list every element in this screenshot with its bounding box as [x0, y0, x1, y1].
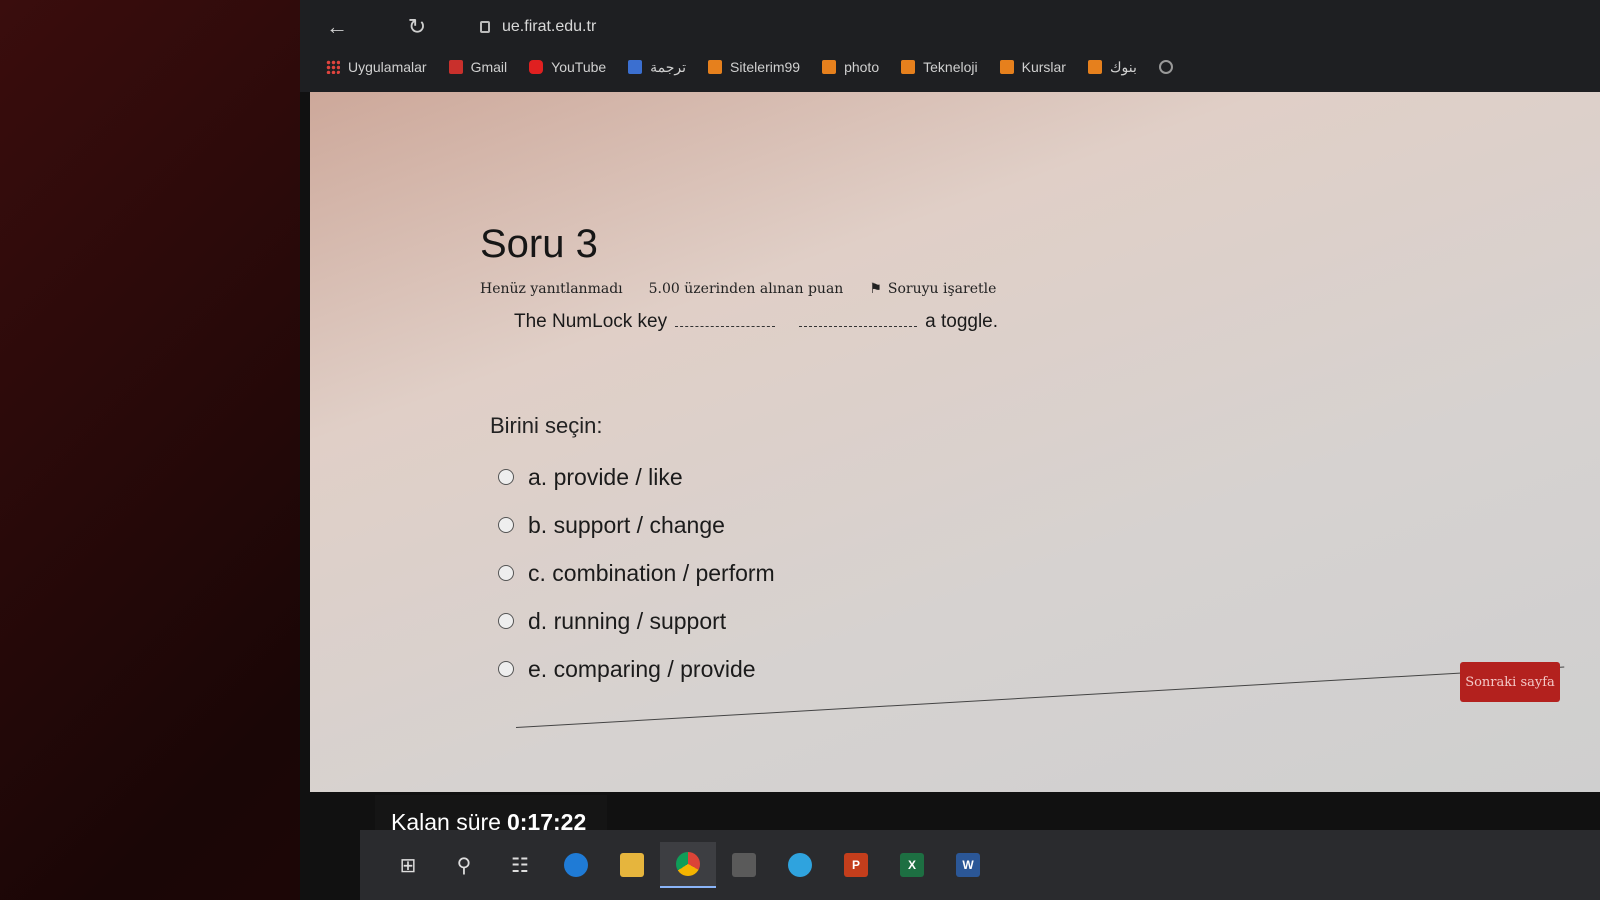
question-text: The NumLock key a toggle.: [514, 311, 1380, 333]
monitor-screen: ← ↻ ue.firat.edu.tr Uygulamalar Gmail Yo…: [300, 0, 1600, 900]
reload-icon[interactable]: ↻: [400, 10, 434, 44]
edge-browser-icon[interactable]: [548, 842, 604, 888]
browser-chrome: ← ↻ ue.firat.edu.tr Uygulamalar Gmail Yo…: [300, 0, 1600, 92]
option-label: d. running / support: [528, 607, 727, 634]
powerpoint-icon[interactable]: P: [828, 842, 884, 888]
bookmark-label: Gmail: [470, 59, 508, 75]
flag-icon: ⚑: [869, 281, 882, 297]
option-label: e. comparing / provide: [528, 655, 756, 682]
flag-label: Soruyu işaretle: [887, 281, 997, 297]
radio-button[interactable]: [498, 565, 514, 581]
translate-icon: [628, 60, 643, 74]
windows-taskbar: ⊞ ⚲ ☷ P X W: [360, 830, 1600, 900]
address-bar[interactable]: ue.firat.edu.tr: [480, 18, 596, 36]
bookmark-label: ترجمة: [650, 58, 687, 75]
option-d[interactable]: d. running / support: [498, 597, 1380, 645]
bookmark-label: بنوك: [1109, 58, 1137, 75]
bookmark-kurslar[interactable]: Kurslar: [999, 59, 1066, 75]
bookmark-label: Uygulamalar: [348, 59, 427, 75]
bookmark-gmail[interactable]: Gmail: [448, 59, 508, 75]
telegram-icon[interactable]: [772, 842, 828, 888]
option-label: c. combination / perform: [528, 559, 775, 586]
store-icon[interactable]: [716, 842, 772, 888]
question-score: 5.00 üzerinden alınan puan: [648, 281, 844, 297]
folder-icon: [708, 60, 723, 74]
folder-icon: [901, 60, 916, 74]
option-b[interactable]: b. support / change: [498, 501, 1380, 549]
bookmark-globe[interactable]: [1158, 60, 1173, 74]
folder-icon: [822, 60, 837, 74]
bookmark-label: photo: [844, 59, 880, 75]
bookmarks-bar: Uygulamalar Gmail YouTube ترجمة Siteleri…: [326, 54, 1173, 80]
option-c[interactable]: c. combination / perform: [498, 549, 1380, 597]
option-label: b. support / change: [528, 511, 725, 538]
bookmark-label: Tekneloji: [923, 59, 978, 75]
answer-options: a. provide / like b. support / change c.…: [498, 453, 1380, 693]
lock-icon: [480, 21, 490, 33]
task-view-icon[interactable]: ☷: [492, 842, 548, 888]
folder-icon: [999, 60, 1014, 74]
bookmark-youtube[interactable]: YouTube: [529, 59, 606, 75]
question-text-start: The NumLock key: [514, 311, 668, 332]
apps-icon: [326, 60, 340, 74]
bookmark-apps[interactable]: Uygulamalar: [326, 59, 427, 75]
bookmark-banks[interactable]: بنوك: [1087, 58, 1137, 76]
blank-2: [799, 315, 918, 327]
radio-button[interactable]: [498, 661, 514, 677]
chrome-icon[interactable]: [660, 842, 716, 888]
gmail-icon: [448, 60, 463, 74]
question-title: Soru 3: [480, 222, 598, 266]
question-block: Soru 3 Henüz yanıtlanmadı 5.00 üzerinden…: [480, 222, 1380, 693]
bookmark-translate[interactable]: ترجمة: [628, 59, 686, 76]
back-arrow-icon[interactable]: ←: [320, 10, 354, 44]
file-explorer-icon[interactable]: [604, 842, 660, 888]
bookmark-label: Kurslar: [1021, 59, 1066, 75]
word-icon[interactable]: W: [940, 842, 996, 888]
radio-button[interactable]: [498, 517, 514, 533]
answer-status: Henüz yanıtlanmadı: [480, 281, 623, 297]
choice-prompt: Birini seçin:: [490, 413, 603, 438]
bookmark-tekneloji[interactable]: Tekneloji: [901, 59, 978, 75]
bookmark-sitelerim[interactable]: Sitelerim99: [708, 59, 800, 75]
flag-question-link[interactable]: ⚑ Soruyu işaretle: [869, 281, 996, 297]
search-icon[interactable]: ⚲: [436, 842, 492, 888]
youtube-icon: [529, 60, 544, 74]
browser-nav: ← ↻ ue.firat.edu.tr: [320, 10, 596, 44]
windows-start-icon[interactable]: ⊞: [380, 842, 436, 888]
option-a[interactable]: a. provide / like: [498, 453, 1380, 501]
option-label: a. provide / like: [528, 463, 683, 490]
bookmark-photo[interactable]: photo: [822, 59, 879, 75]
question-info: Henüz yanıtlanmadı 5.00 üzerinden alınan…: [480, 281, 1380, 297]
bookmark-label: Sitelerim99: [730, 59, 801, 75]
radio-button[interactable]: [498, 613, 514, 629]
excel-icon[interactable]: X: [884, 842, 940, 888]
globe-icon: [1158, 60, 1173, 74]
url-text: ue.firat.edu.tr: [502, 18, 597, 35]
bookmark-label: YouTube: [551, 59, 607, 75]
folder-icon: [1087, 60, 1102, 74]
radio-button[interactable]: [498, 469, 514, 485]
quiz-page: Soru 3 Henüz yanıtlanmadı 5.00 üzerinden…: [310, 92, 1600, 792]
next-page-button[interactable]: Sonraki sayfa: [1460, 662, 1560, 702]
question-text-end: a toggle.: [925, 311, 999, 332]
blank-1: [675, 315, 776, 327]
